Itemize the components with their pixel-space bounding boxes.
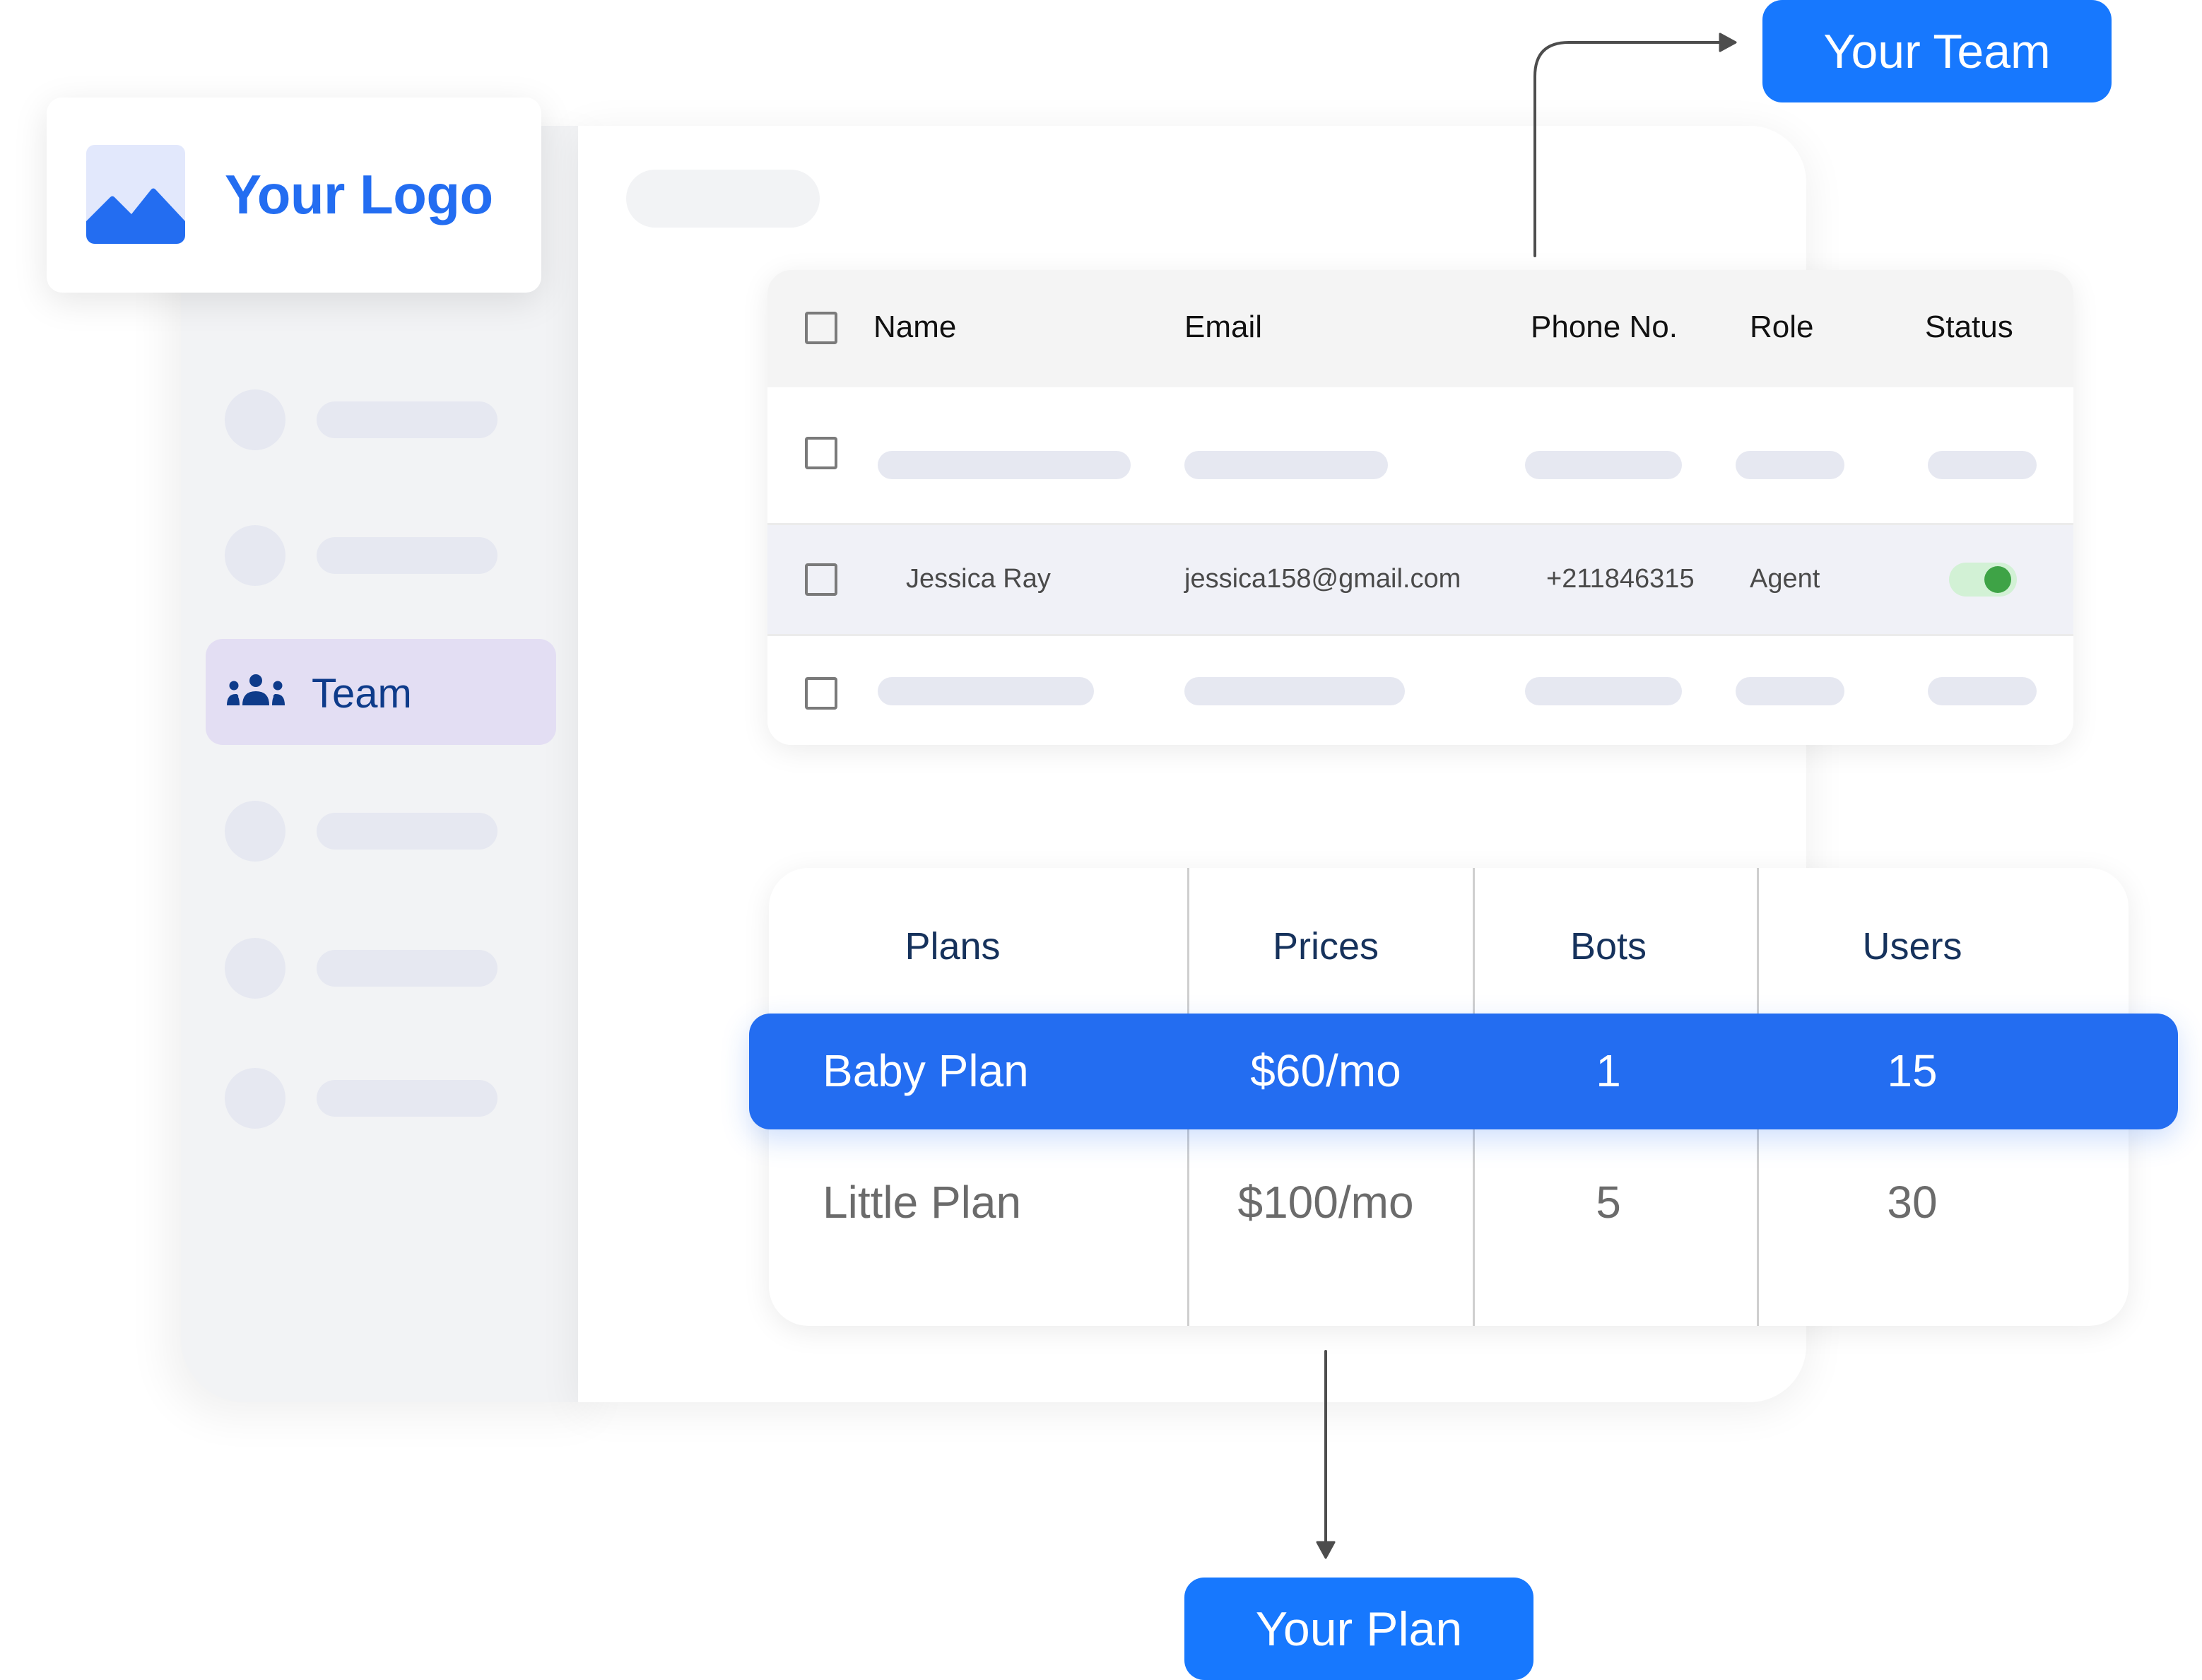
cell-placeholder [878,451,1131,479]
plan-bots-baby: 1 [1596,1045,1621,1096]
sidebar-placeholder-icon [225,389,285,450]
sidebar-placeholder-icon [225,801,285,862]
cell-placeholder [1184,677,1405,705]
plan-price-baby: $60/mo [1250,1045,1401,1096]
plan-users-little: 30 [1887,1177,1938,1228]
table-row[interactable] [767,636,2073,745]
row-checkbox[interactable] [805,437,837,469]
column-header-role[interactable]: Role [1750,310,1814,345]
cell-placeholder [1184,451,1388,479]
sidebar-placeholder-icon [225,525,285,586]
cell-placeholder [878,677,1094,705]
logo-card: Your Logo [47,98,541,293]
your-plan-button[interactable]: Your Plan [1184,1578,1533,1680]
sidebar-placeholder-label [317,401,497,438]
sidebar [181,126,605,1402]
team-table-header: Name Email Phone No. Role Status [767,270,2073,387]
plan-row-selected[interactable]: Baby Plan $60/mo 1 15 [749,1014,2178,1129]
cell-placeholder [1928,451,2037,479]
sidebar-item-team[interactable]: Team [206,639,556,745]
column-header-phone[interactable]: Phone No. [1531,310,1678,345]
arrowhead-down-icon [1316,1541,1336,1559]
cell-email: jessica158@gmail.com [1184,564,1461,594]
cell-role: Agent [1750,564,1820,594]
column-header-name[interactable]: Name [873,310,956,345]
cell-placeholder [1928,677,2037,705]
column-header-prices: Prices [1272,925,1379,968]
sidebar-item-label: Team [312,671,412,717]
plan-bots-little: 5 [1596,1177,1621,1228]
sidebar-placeholder-label [317,950,497,987]
logo-text: Your Logo [225,163,493,225]
page-title-placeholder [626,170,820,228]
plan-price-little: $100/mo [1237,1177,1414,1228]
team-icon [227,674,285,705]
status-toggle[interactable] [1949,563,2017,597]
column-header-users: Users [1862,925,1962,968]
table-row[interactable] [767,387,2073,523]
sidebar-placeholder-icon [225,1068,285,1129]
table-row[interactable]: Jessica Ray jessica158@gmail.com +211846… [767,523,2073,636]
column-header-email[interactable]: Email [1184,310,1262,345]
cell-phone: +211846315 [1546,564,1695,594]
sidebar-placeholder-label [317,537,497,574]
image-placeholder-icon [86,145,185,244]
column-header-status[interactable]: Status [1925,310,2013,345]
cell-placeholder [1525,451,1682,479]
row-checkbox[interactable] [805,677,837,710]
plan-name-baby: Baby Plan [823,1045,1029,1096]
cell-name: Jessica Ray [906,564,1051,594]
arrowhead-right-icon [1719,33,1737,52]
row-checkbox[interactable] [805,563,837,596]
team-table: Name Email Phone No. Role Status Jessica… [767,270,2073,745]
toggle-knob [1984,566,2011,593]
plan-name-little: Little Plan [823,1177,1022,1228]
cell-placeholder [1525,677,1682,705]
your-team-button[interactable]: Your Team [1762,0,2112,102]
sidebar-placeholder-icon [225,938,285,999]
sidebar-placeholder-label [317,1080,497,1117]
column-header-bots: Bots [1570,925,1647,968]
column-header-plans: Plans [905,925,1001,968]
cell-placeholder [1736,677,1844,705]
cell-placeholder [1736,451,1844,479]
select-all-checkbox[interactable] [805,312,837,344]
plan-users-baby: 15 [1887,1045,1938,1096]
sidebar-placeholder-label [317,813,497,850]
